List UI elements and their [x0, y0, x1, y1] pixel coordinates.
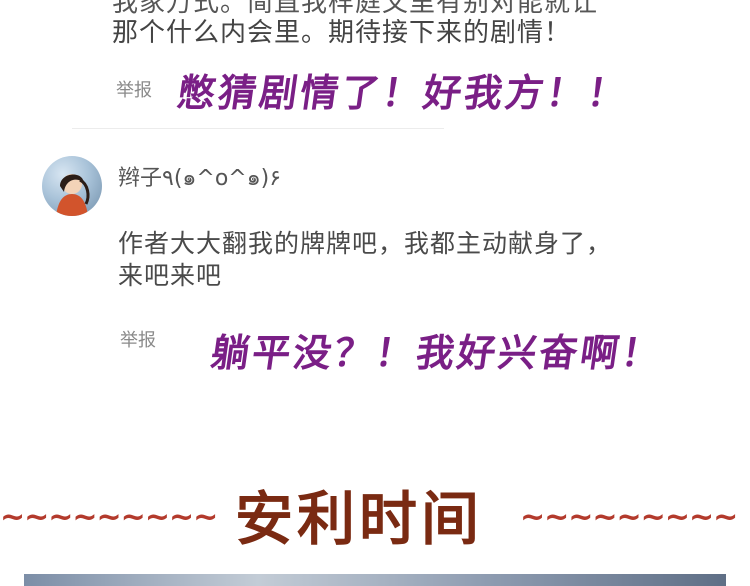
avatar[interactable] — [42, 156, 102, 216]
report-link[interactable]: 举报 — [120, 326, 156, 352]
annotation-text: 躺平没？！我好兴奋啊！ — [208, 331, 666, 375]
comment-text-line: 那个什么内会里。期待接下来的剧情！ — [112, 18, 572, 48]
wave-decoration-left: ~~~~~~~~~ — [0, 500, 218, 535]
section-title: 安利时间 — [235, 485, 484, 553]
avatar-image — [56, 174, 90, 216]
username[interactable]: 辫子٩(๑^o^๑)۶ — [118, 160, 281, 195]
image-banner-top — [24, 574, 726, 586]
report-link[interactable]: 举报 — [116, 76, 152, 102]
annotation-text: 憋猜剧情了！好我方！！ — [174, 71, 632, 115]
comment-text: 作者大大翻我的牌牌吧，我都主动献身了，来吧来吧 — [118, 229, 613, 290]
wave-decoration-right: ~~~~~~~~~ — [520, 500, 738, 535]
divider — [72, 128, 444, 129]
